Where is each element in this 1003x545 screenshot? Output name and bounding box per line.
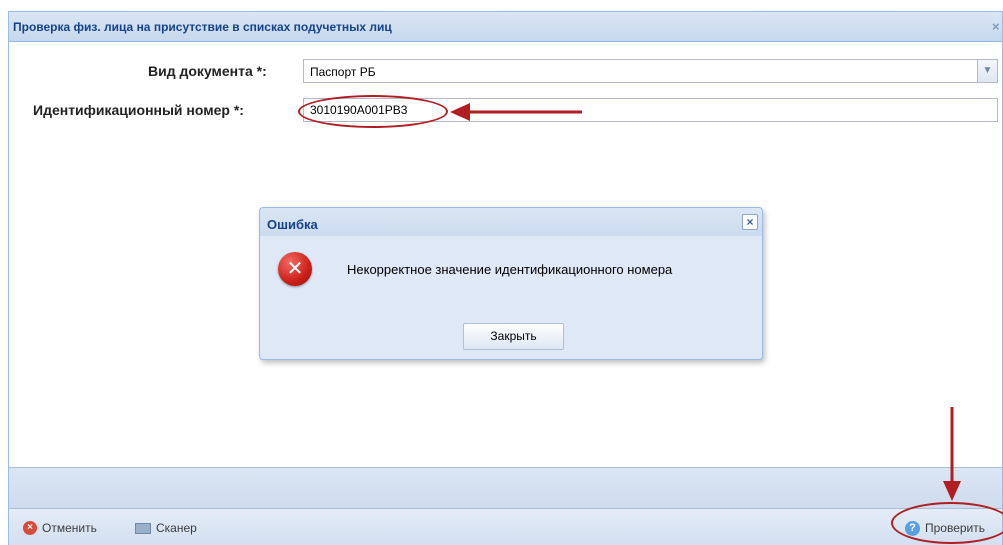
window-title: Проверка физ. лица на присутствие в спис… [13, 20, 392, 34]
doc-type-value: Паспорт РБ [310, 65, 376, 79]
error-dialog: Ошибка × ✕ Некорректное значение идентиф… [259, 207, 763, 360]
scanner-icon [135, 522, 151, 534]
cancel-label: Отменить [42, 521, 97, 535]
cancel-button[interactable]: × Отменить [23, 519, 97, 537]
scanner-label: Сканер [156, 521, 197, 535]
doc-type-label: Вид документа *: [148, 63, 267, 79]
annotation-arrow-check [943, 407, 961, 501]
annotation-ellipse-check [891, 502, 1003, 544]
scanner-button[interactable]: Сканер [135, 519, 197, 537]
annotation-arrow-input [450, 103, 582, 121]
window-title-bar: Проверка физ. лица на присутствие в спис… [8, 11, 1003, 42]
close-button[interactable]: Закрыть [463, 323, 564, 350]
dialog-title-bar: Ошибка × [260, 208, 762, 236]
chevron-down-icon[interactable]: ▼ [977, 60, 997, 82]
bottom-toolbar: × Отменить Сканер ? Проверить [9, 508, 1002, 545]
window-close-icon[interactable]: × [992, 20, 1003, 34]
cancel-icon: × [23, 521, 37, 535]
dialog-title: Ошибка [267, 217, 318, 232]
footer-strip [9, 467, 1002, 508]
id-number-label: Идентификационный номер *: [33, 102, 244, 118]
dialog-message: Некорректное значение идентификационного… [347, 262, 673, 277]
annotation-ellipse-input [298, 95, 448, 128]
error-icon: ✕ [278, 252, 312, 286]
close-icon[interactable]: × [742, 214, 758, 230]
doc-type-select[interactable]: Паспорт РБ ▼ [303, 59, 998, 83]
